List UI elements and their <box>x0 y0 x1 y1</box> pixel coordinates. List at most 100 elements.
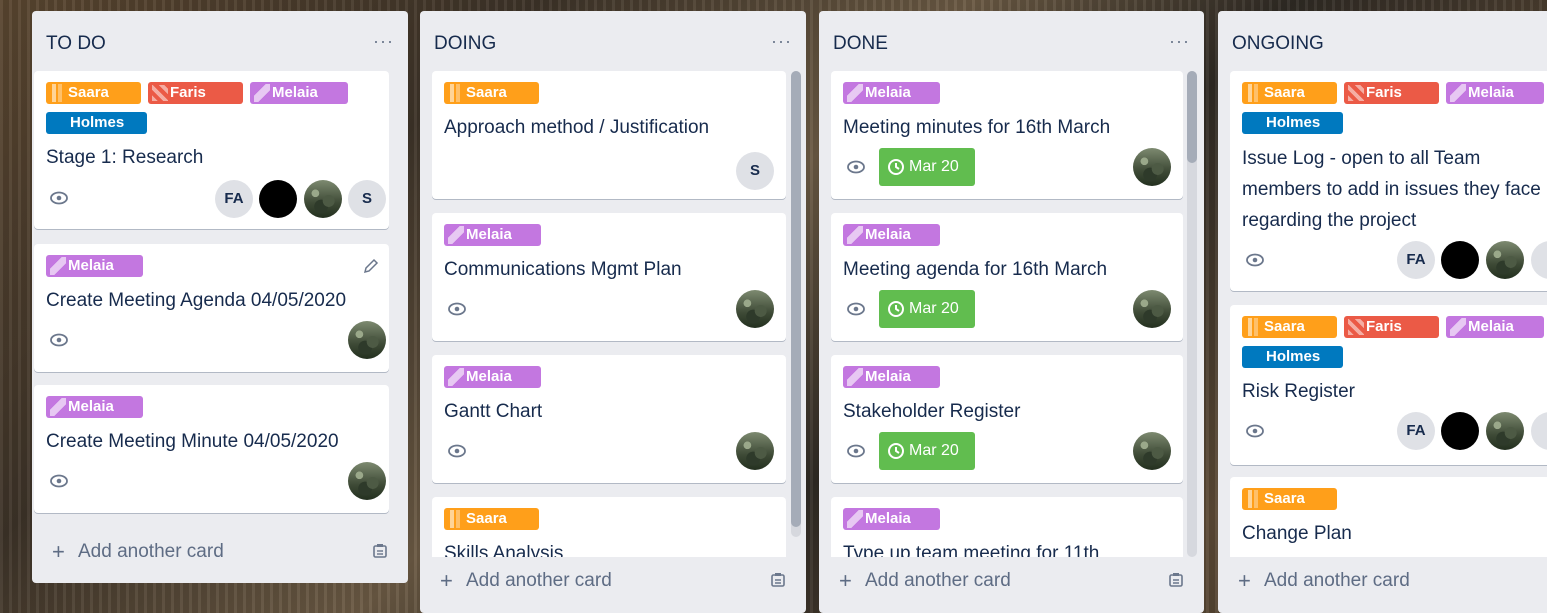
avatar-black[interactable] <box>1441 412 1479 450</box>
label-faris: Faris <box>1344 82 1439 104</box>
avatar-photo[interactable] <box>348 321 386 359</box>
card-change-plan[interactable]: Saara Change Plan <box>1230 477 1547 557</box>
list-title[interactable]: DOING <box>434 33 496 55</box>
add-icon: + <box>52 539 65 564</box>
list-cards: Melaia Meeting minutes for 16th March Ma… <box>819 71 1204 557</box>
list-scrollbar[interactable] <box>1187 71 1197 557</box>
card-template-icon[interactable] <box>770 572 786 588</box>
watch-eye-icon <box>1246 253 1264 267</box>
card-title-line-2: members to add in issues they face <box>1242 179 1541 200</box>
card-issue-log[interactable]: Saara Faris Melaia Holmes Issue Log - op… <box>1230 71 1547 291</box>
avatar-fa[interactable]: FA <box>1397 412 1435 450</box>
add-icon: + <box>1238 568 1251 593</box>
due-date-badge[interactable]: Mar 20 <box>879 432 975 470</box>
avatar-photo[interactable] <box>1486 412 1524 450</box>
add-icon: + <box>839 568 852 593</box>
add-icon: + <box>440 568 453 593</box>
list-menu-icon[interactable]: ··· <box>771 31 792 52</box>
card-title: Stakeholder Register <box>843 401 1021 422</box>
avatar-s[interactable]: S <box>348 180 386 218</box>
card-risk-register[interactable]: Saara Faris Melaia Holmes Risk Register … <box>1230 305 1547 465</box>
list-header: DOING ··· <box>434 23 792 63</box>
add-card-button[interactable]: + Add another card <box>434 564 792 600</box>
card-create-meeting-minute[interactable]: Melaia Create Meeting Minute 04/05/2020 <box>34 385 389 513</box>
avatar-extra[interactable] <box>1531 412 1547 450</box>
avatar-fa[interactable]: FA <box>215 180 253 218</box>
board: TO DO ··· Saara Faris Melaia Holmes Stag… <box>0 0 1547 613</box>
avatar-photo[interactable] <box>1133 148 1171 186</box>
card-title-line-1: Issue Log - open to all Team <box>1242 148 1481 169</box>
card-title: Approach method / Justification <box>444 117 710 138</box>
avatar-black[interactable] <box>1441 241 1479 279</box>
due-date-badge[interactable]: Mar 20 <box>879 290 975 328</box>
list-ongoing: ONGOING Saara Faris Melaia Holmes Issue … <box>1218 11 1547 613</box>
avatar-photo[interactable] <box>348 462 386 500</box>
card-create-meeting-agenda[interactable]: Melaia Create Meeting Agenda 04/05/2020 <box>34 244 389 372</box>
avatar-extra[interactable] <box>1531 241 1547 279</box>
card-template-icon[interactable] <box>372 543 388 559</box>
avatar-photo[interactable] <box>1486 241 1524 279</box>
add-card-button[interactable]: + Add another card <box>833 564 1190 600</box>
label-saara: Saara <box>444 82 539 104</box>
card-title: Skills Analysis <box>444 543 564 557</box>
list-menu-icon[interactable]: ··· <box>373 31 394 52</box>
list-header: TO DO ··· <box>46 23 394 63</box>
due-date-badge[interactable]: Mar 20 <box>879 148 975 186</box>
card-stage-1-research[interactable]: Saara Faris Melaia Holmes Stage 1: Resea… <box>34 71 389 229</box>
card-title: Risk Register <box>1242 381 1355 402</box>
add-card-button[interactable]: + Add another card <box>1232 564 1547 600</box>
add-card-label: Add another card <box>865 570 1011 591</box>
list-done: DONE ··· Melaia Meeting minutes for 16th… <box>819 11 1204 613</box>
avatar-photo[interactable] <box>1133 290 1171 328</box>
card-stakeholder-register[interactable]: Melaia Stakeholder Register Mar 20 <box>831 355 1183 483</box>
card-meeting-minutes[interactable]: Melaia Meeting minutes for 16th March Ma… <box>831 71 1183 199</box>
avatar-fa[interactable]: FA <box>1397 241 1435 279</box>
list-scrollbar[interactable] <box>791 71 801 537</box>
list-menu-icon[interactable]: ··· <box>1169 31 1190 52</box>
card-title: Change Plan <box>1242 523 1352 544</box>
card-meeting-agenda[interactable]: Melaia Meeting agenda for 16th March Mar… <box>831 213 1183 341</box>
add-card-button[interactable]: + Add another card <box>46 535 394 571</box>
avatar-s[interactable]: S <box>736 152 774 190</box>
due-date-text: Mar 20 <box>909 158 959 175</box>
scrollbar-thumb[interactable] <box>1187 71 1197 163</box>
label-melaia: Melaia <box>1446 316 1544 338</box>
scrollbar-thumb[interactable] <box>791 71 801 527</box>
card-title: Communications Mgmt Plan <box>444 259 682 280</box>
list-cards: Saara Approach method / Justification S … <box>420 71 806 557</box>
avatar-black[interactable] <box>259 180 297 218</box>
clock-icon <box>888 443 904 459</box>
label-melaia: Melaia <box>1446 82 1544 104</box>
avatar-photo[interactable] <box>1133 432 1171 470</box>
card-gantt-chart[interactable]: Melaia Gantt Chart <box>432 355 786 483</box>
label-melaia: Melaia <box>843 224 940 246</box>
list-title[interactable]: TO DO <box>46 33 106 55</box>
card-skills-analysis[interactable]: Saara Skills Analysis <box>432 497 786 557</box>
card-template-icon[interactable] <box>1168 572 1184 588</box>
card-communications-mgmt-plan[interactable]: Melaia Communications Mgmt Plan <box>432 213 786 341</box>
label-holmes: Holmes <box>46 112 147 134</box>
label-holmes: Holmes <box>1242 112 1343 134</box>
watch-eye-icon <box>50 191 68 205</box>
avatar-photo[interactable] <box>736 290 774 328</box>
label-holmes: Holmes <box>1242 346 1343 368</box>
watch-eye-icon <box>448 444 466 458</box>
avatar-photo[interactable] <box>304 180 342 218</box>
list-title[interactable]: ONGOING <box>1232 33 1324 55</box>
card-title: Gantt Chart <box>444 401 543 422</box>
label-saara: Saara <box>1242 82 1337 104</box>
card-approach-method[interactable]: Saara Approach method / Justification S <box>432 71 786 199</box>
label-melaia: Melaia <box>444 366 541 388</box>
label-melaia: Melaia <box>843 366 940 388</box>
add-card-label: Add another card <box>78 541 224 562</box>
card-title: Meeting minutes for 16th March <box>843 117 1111 138</box>
label-melaia: Melaia <box>250 82 348 104</box>
card-title: Create Meeting Agenda 04/05/2020 <box>46 290 347 311</box>
list-todo: TO DO ··· Saara Faris Melaia Holmes Stag… <box>32 11 408 583</box>
list-title[interactable]: DONE <box>833 33 888 55</box>
avatar-photo[interactable] <box>736 432 774 470</box>
edit-pencil-icon[interactable] <box>363 258 379 274</box>
card-type-up-team-meeting[interactable]: Melaia Type up team meeting for 11th <box>831 497 1183 557</box>
watch-eye-icon <box>1246 424 1264 438</box>
label-saara: Saara <box>444 508 539 530</box>
